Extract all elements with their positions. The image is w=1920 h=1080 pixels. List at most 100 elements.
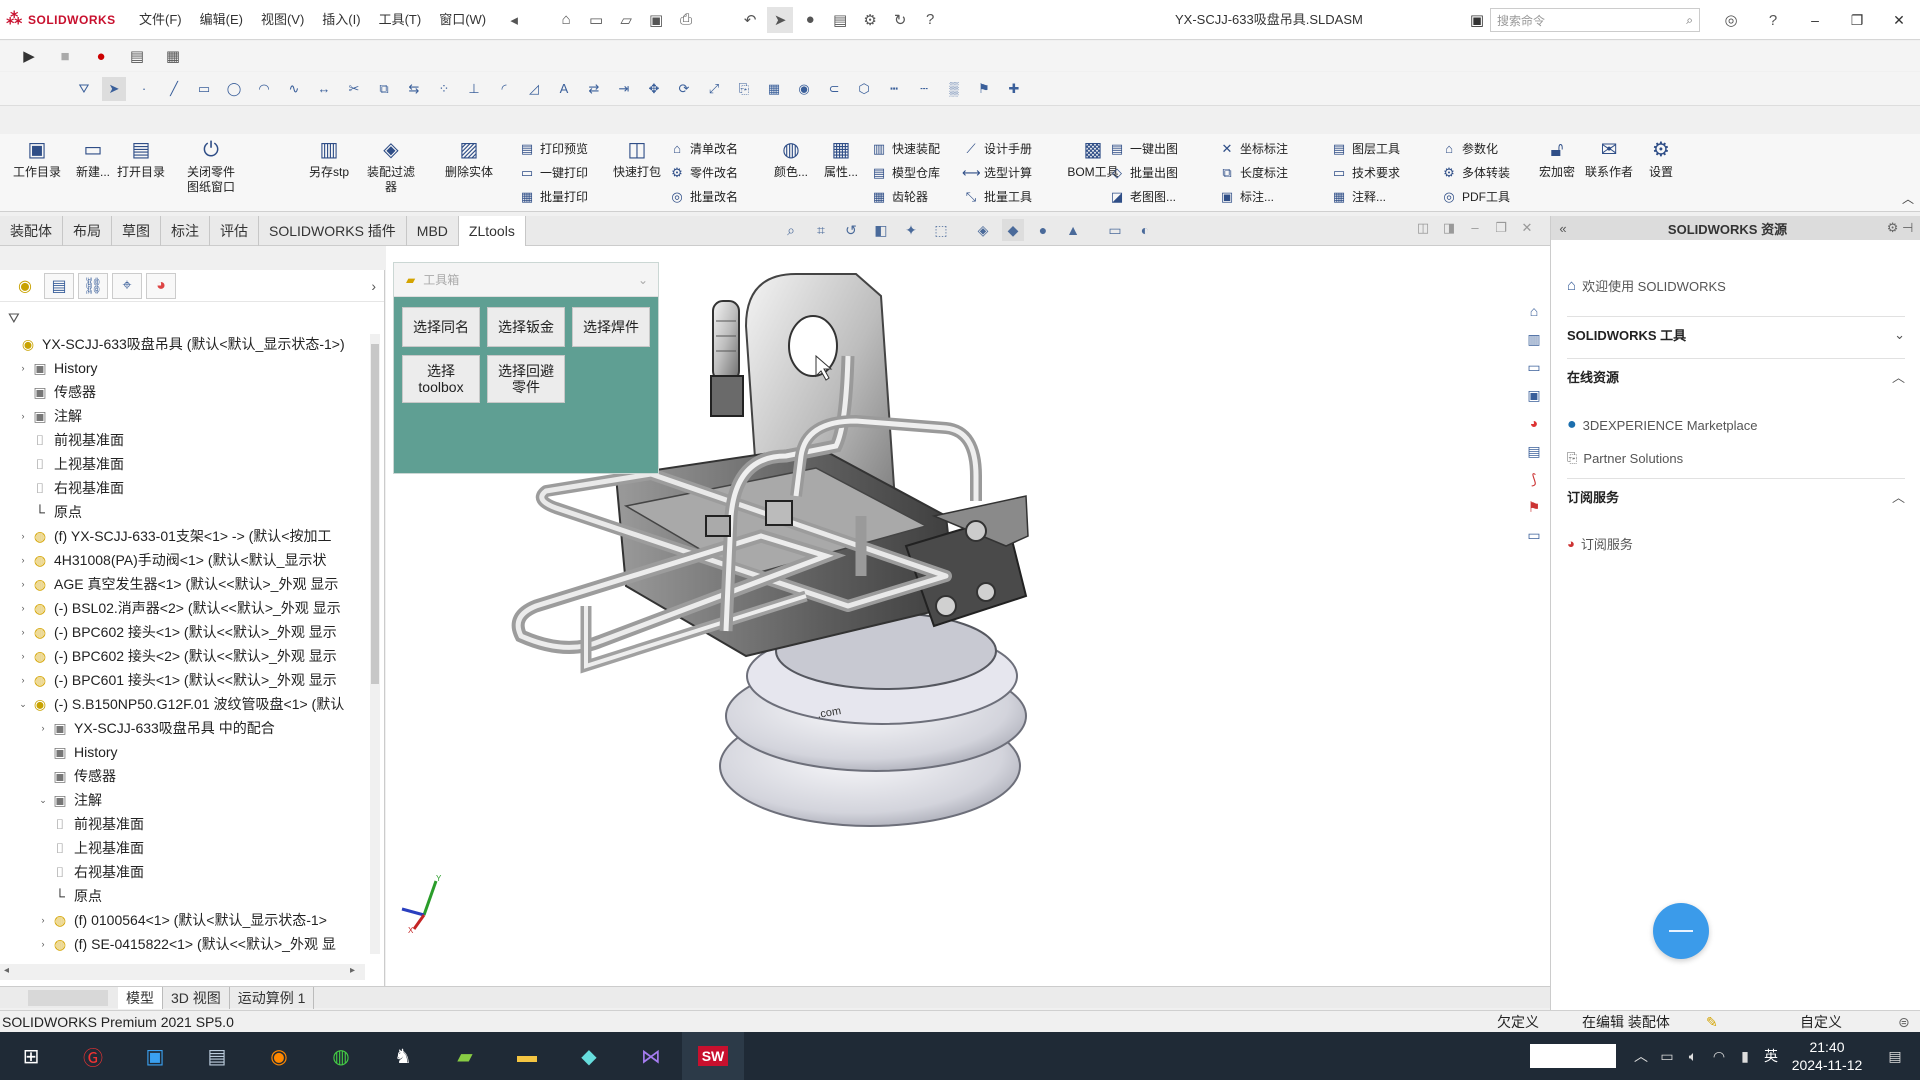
tree-node[interactable]: ▣ History [0,740,365,764]
ribbon-filter-button[interactable]: ◈ 装配过滤器 [362,138,420,195]
block-icon[interactable]: ▦ [762,77,786,101]
menu-item[interactable]: 窗口(W) [430,0,495,40]
tree-node[interactable]: › ◍ (-) BSL02.消声器<2> (默认<<默认>_外观 显示 [0,596,365,620]
tree-node[interactable]: › ▣ 注解 [0,404,365,428]
expand-arrow-icon[interactable]: › [16,572,30,596]
taskbar-app-green-icon[interactable]: ▰ [434,1032,496,1080]
viewport-minimize-button[interactable]: – [1464,220,1486,236]
taskbar-wechat-icon[interactable]: ◍ [310,1032,372,1080]
account-icon[interactable]: ◎ [1718,7,1744,33]
ribbon-small-button[interactable]: ⧉ 长度标注 [1218,162,1288,184]
collapse-menu-icon[interactable]: ◂ [501,7,527,33]
command-tab[interactable]: ZLtools [458,215,526,246]
view-palette-icon[interactable]: ▣ [1523,384,1545,406]
welcome-link[interactable]: ⌂ 欢迎使用 SOLIDWORKS [1567,276,1726,295]
expand-arrow-icon[interactable]: › [16,644,30,668]
filter-icon[interactable]: ⛛ [72,77,96,101]
tray-wifi-icon[interactable]: ◠ [1706,1048,1732,1065]
ribbon-small-button[interactable]: ✕ 坐标标注 [1218,138,1288,160]
tree-node[interactable]: › ◍ 4H31008(PA)手动阀<1> (默认<默认_显示状 [0,548,365,572]
tab-scroll-area[interactable] [28,989,108,1006]
ribbon-small-button[interactable]: ▭ 一键打印 [518,162,588,184]
home-icon[interactable]: ⌂ [553,7,579,33]
model-tab[interactable]: 3D 视图 [163,986,230,1009]
taskbar-firefox-icon[interactable]: ◉ [248,1032,310,1080]
taskbar-app-teal-icon[interactable]: ◆ [558,1032,620,1080]
command-tab[interactable]: 布局 [63,215,112,246]
ribbon-open-folder-button[interactable]: ▤ 打开目录 [112,138,170,180]
marketplace-link[interactable]: ● 3DEXPERIENCE Marketplace [1567,416,1758,434]
property-manager-tab-icon[interactable]: ▤ [44,272,74,299]
ribbon-small-button[interactable]: ◪ 老图图... [1108,186,1176,208]
resources-home-icon[interactable]: ⌂ [1523,300,1545,322]
tree-filter-icon[interactable]: ⛛ [0,310,20,328]
polygon-icon[interactable]: ⬡ [852,77,876,101]
expand-arrow-icon[interactable]: › [16,524,30,548]
feature-tree-vscrollbar[interactable] [370,334,380,954]
collapse-ribbon-icon[interactable]: ︿ [1902,190,1914,207]
tree-node[interactable]: └ 原点 [0,500,365,524]
clock[interactable]: 21:40 2024-11-12 [1784,1038,1870,1074]
expand-arrow-icon[interactable]: › [36,932,50,954]
dimxpert-tab-icon[interactable]: ⌖ [112,272,142,299]
text-icon[interactable]: A [552,77,576,101]
expand-arrow-icon[interactable]: › [16,620,30,644]
tree-node[interactable]: › ◍ (f) 0100564<1> (默认<默认_显示状态-1> [0,908,365,932]
tree-node[interactable]: ⌷ 右视基准面 [0,860,365,884]
grid-icon[interactable]: ▒ [942,77,966,101]
view-orientation-icon[interactable]: ⬚ [930,219,952,241]
taskbar-calculator-icon[interactable]: ▤ [186,1032,248,1080]
select-same-name-button[interactable]: 选择同名 [402,307,480,347]
appearances-icon[interactable]: ◕ [1523,412,1545,434]
taskbar-app-red-icon[interactable]: Ⓖ [62,1032,124,1080]
tree-node[interactable]: ⌄ ◉ (-) S.B150NP50.G12F.01 波纹管吸盘<1> (默认 [0,692,365,716]
fillet-icon[interactable]: ◜ [492,77,516,101]
rebuild-status-icon[interactable]: ✎ [1706,1011,1718,1033]
rebuild-icon[interactable]: ↻ [887,7,913,33]
ribbon-power-button[interactable]: ⏻ 关闭零件图纸窗口 [182,138,240,195]
new-icon[interactable]: ▭ [583,7,609,33]
section-view-icon[interactable]: ◧ [870,219,892,241]
record-icon[interactable]: ● [88,43,114,69]
tray-input-box[interactable] [1530,1044,1616,1068]
ribbon-small-button[interactable]: ▤ 图层工具 [1330,138,1400,160]
construction-icon[interactable]: ┄ [912,77,936,101]
tree-node[interactable]: ▣ 传感器 [0,380,365,404]
design-library-icon[interactable]: ▥ [1523,328,1545,350]
menu-item[interactable]: 编辑(E) [191,0,252,40]
mirror-icon[interactable]: ⇆ [402,77,426,101]
options-icon[interactable]: ⚙ [857,7,883,33]
stop-icon[interactable]: ■ [52,43,78,69]
spline-icon[interactable]: ∿ [282,77,306,101]
search-input[interactable]: 搜索命令 ⌕ [1490,8,1700,32]
edit-macro-icon[interactable]: ▦ [160,43,186,69]
slot-icon[interactable]: ⊂ [822,77,846,101]
tray-chevron-up-icon[interactable]: ︿ [1628,1046,1654,1066]
custom-properties-icon[interactable]: ▤ [1523,440,1545,462]
start-button[interactable]: ⊞ [0,1032,62,1080]
ribbon-small-button[interactable]: ▤ 模型仓库 [870,162,940,184]
circle-icon[interactable]: ◯ [222,77,246,101]
ribbon-small-button[interactable]: ⚙ 零件改名 [668,162,738,184]
fm-expand-icon[interactable]: › [371,278,376,294]
select-weldment-button[interactable]: 选择焊件 [572,307,650,347]
command-tab[interactable]: SOLIDWORKS 插件 [259,215,407,246]
file-properties-icon[interactable]: ▤ [827,7,853,33]
tray-volume-icon[interactable]: 🔈︎ [1680,1048,1706,1065]
model-tab[interactable]: 模型 [118,986,163,1009]
addin-panel-icon[interactable]: ▭ [1523,524,1545,546]
ribbon-small-button[interactable]: ⚙ 多体转装 [1440,162,1510,184]
ribbon-small-button[interactable]: ⟋ 设计手册 [962,138,1032,160]
configuration-tab-icon[interactable]: ⛓ [78,272,108,299]
sketch-repair-icon[interactable]: ✚ [1002,77,1026,101]
ribbon-small-button[interactable]: ⌂ 清单改名 [668,138,738,160]
select-avoid-parts-button[interactable]: 选择回避零件 [487,355,565,403]
section-online-resources[interactable]: 在线资源 ︿ [1567,358,1905,388]
section-subscription[interactable]: 订阅服务 ︿ [1567,478,1905,508]
ribbon-pack-button[interactable]: ◫ 快速打包 [608,138,666,180]
select-icon[interactable]: ➤ [767,6,794,33]
ribbon-small-button[interactable]: ▤ 打印预览 [518,138,588,160]
dimension-icon[interactable]: ↔ [312,77,336,101]
ribbon-small-button[interactable]: ◎ 批量改名 [668,186,738,208]
copy-icon[interactable]: ⎘ [732,77,756,101]
